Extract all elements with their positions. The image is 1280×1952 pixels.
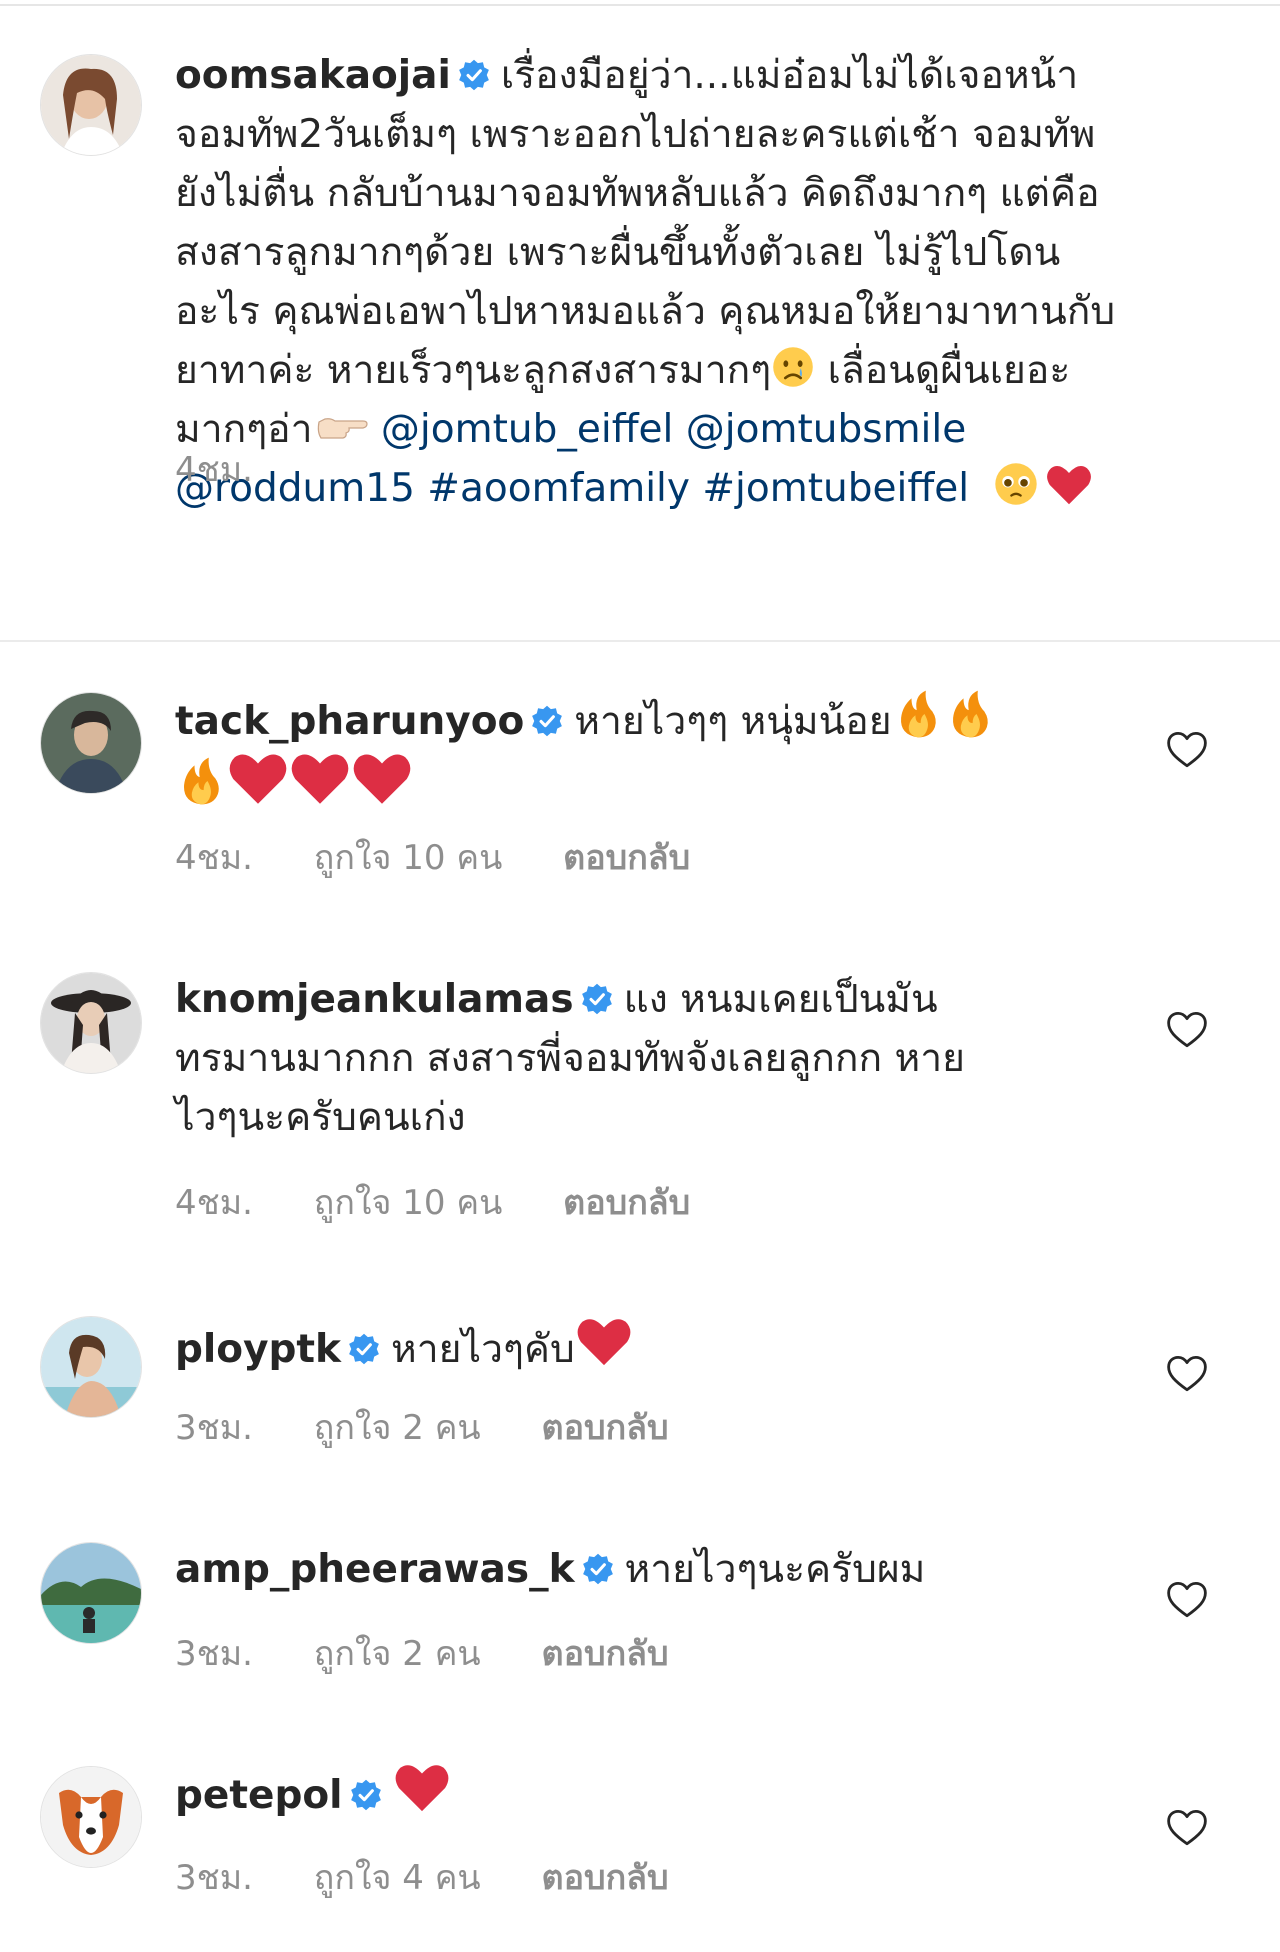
caption-line-3: ยังไม่ตื่น กลับบ้านมาจอมทัพหลับแล้ว คิดถ… [175, 171, 1100, 216]
comment-meta: 3ชม. ถูกใจ 2 คน ตอบกลับ [175, 1400, 669, 1454]
comment-text: tack_pharunyoo หายไวๆๆ หนุ่มน้อย [175, 688, 1115, 818]
comment-text: amp_pheerawas_k หายไวๆนะครับผม [175, 1540, 1115, 1599]
comment-text: petepol [175, 1762, 1115, 1825]
comment-timestamp: 4ชม. [175, 838, 253, 878]
comment-message-line-2: ทรมานมากกก สงสารพี่จอมทัพจังเลยลูกกก หาย [175, 1036, 965, 1081]
heart-outline-icon[interactable] [1166, 1354, 1208, 1394]
post-author-avatar[interactable] [40, 54, 142, 156]
comment-message-line-1: แง หนมเคยเป็นมัน [623, 977, 938, 1022]
caption-line-4: สงสารลูกมากๆด้วย เพราะผื่นขึ้นทั้งตัวเลย… [175, 230, 1061, 275]
red-heart-emoji [227, 751, 289, 807]
comment-avatar[interactable] [40, 1316, 142, 1418]
comment-timestamp: 3ชม. [175, 1408, 253, 1448]
comment-text: knomjeankulamas แง หนมเคยเป็นมัน ทรมานมาก… [175, 970, 1115, 1147]
caption-divider [0, 640, 1280, 642]
comment-meta: 3ชม. ถูกใจ 4 คน ตอบกลับ [175, 1850, 669, 1904]
heart-outline-icon[interactable] [1166, 1808, 1208, 1848]
comment-message: หายไวๆคับ [391, 1327, 575, 1372]
comment-avatar[interactable] [40, 1766, 142, 1868]
comment-username[interactable]: tack_pharunyoo [175, 699, 524, 744]
mention-jomtubsmile[interactable]: @jomtubsmile [686, 407, 966, 452]
heart-outline-icon[interactable] [1166, 730, 1208, 770]
comment-meta: 4ชม. ถูกใจ 10 คน ตอบกลับ [175, 830, 690, 884]
comment-avatar[interactable] [40, 1542, 142, 1644]
verified-badge-icon [580, 982, 614, 1016]
comment-likes-link[interactable]: ถูกใจ 10 คน [314, 1175, 503, 1229]
caption-line-2: จอมทัพ2วันเต็มๆ เพราะออกไปถ่ายละครแต่เช้… [175, 112, 1096, 157]
red-heart-emoji [575, 1316, 633, 1368]
reply-button[interactable]: ตอบกลับ [542, 1626, 669, 1680]
comment-message: หายไวๆๆ หนุ่มน้อย [574, 699, 892, 744]
verified-badge-icon [349, 1778, 383, 1812]
fire-emoji [175, 755, 227, 807]
comment-avatar[interactable] [40, 972, 142, 1074]
pleading-face-emoji [993, 461, 1039, 507]
red-heart-emoji [1045, 463, 1093, 507]
red-heart-emoji [393, 1762, 451, 1814]
post-author-username[interactable]: oomsakaojai [175, 53, 451, 98]
comment-meta: 4ชม. ถูกใจ 10 คน ตอบกลับ [175, 1175, 690, 1229]
hashtag-aoomfamily[interactable]: #aoomfamily [427, 466, 690, 511]
reply-button[interactable]: ตอบกลับ [563, 1175, 690, 1229]
comment-username[interactable]: petepol [175, 1773, 343, 1818]
reply-button[interactable]: ตอบกลับ [542, 1850, 669, 1904]
pointing-right-emoji [313, 408, 369, 448]
comment-timestamp: 4ชม. [175, 1183, 253, 1223]
caption-line-1: เรื่องมือยู่ว่า...แม่อ๋อมไม่ได้เจอหน้า [500, 53, 1079, 98]
comment-username[interactable]: ployptk [175, 1327, 341, 1372]
red-heart-emoji [351, 751, 413, 807]
crying-face-emoji [771, 345, 815, 389]
post-meta: 4ชม. [175, 442, 253, 496]
post-caption: oomsakaojai เรื่องมือยู่ว่า...แม่อ๋อมไม่ไ… [175, 46, 1235, 518]
verified-badge-icon [581, 1552, 615, 1586]
reply-button[interactable]: ตอบกลับ [563, 830, 690, 884]
comment-timestamp: 3ชม. [175, 1858, 253, 1898]
post-timestamp: 4ชม. [175, 450, 253, 490]
hashtag-jomtubeiffel[interactable]: #jomtubeiffel [702, 466, 969, 511]
heart-outline-icon[interactable] [1166, 1010, 1208, 1050]
verified-badge-icon [457, 58, 491, 92]
fire-emoji [892, 688, 944, 740]
comment-timestamp: 3ชม. [175, 1634, 253, 1674]
mention-jomtub-eiffel[interactable]: @jomtub_eiffel [381, 407, 673, 452]
comment-username[interactable]: amp_pheerawas_k [175, 1547, 575, 1592]
verified-badge-icon [347, 1332, 381, 1366]
comment-likes-link[interactable]: ถูกใจ 2 คน [314, 1400, 481, 1454]
comment-likes-link[interactable]: ถูกใจ 4 คน [314, 1850, 481, 1904]
caption-line-6: ยาทาค่ะ หายเร็วๆนะลูกสงสารมากๆ [175, 348, 772, 393]
caption-line-7: เลื่อนดูผื่นเยอะ [815, 348, 1071, 393]
comment-text: ployptk หายไวๆคับ [175, 1316, 1115, 1379]
caption-line-5: อะไร คุณพ่อเอพาไปหาหมอแล้ว คุณหมอให้ยามา… [175, 289, 1116, 334]
comment-likes-link[interactable]: ถูกใจ 2 คน [314, 1626, 481, 1680]
reply-button[interactable]: ตอบกลับ [542, 1400, 669, 1454]
top-divider [0, 4, 1280, 6]
comment-avatar[interactable] [40, 692, 142, 794]
comment-likes-link[interactable]: ถูกใจ 10 คน [314, 830, 503, 884]
verified-badge-icon [530, 704, 564, 738]
red-heart-emoji [289, 751, 351, 807]
fire-emoji [944, 688, 996, 740]
comment-meta: 3ชม. ถูกใจ 2 คน ตอบกลับ [175, 1626, 669, 1680]
comment-message: หายไวๆนะครับผม [624, 1547, 926, 1592]
comment-username[interactable]: knomjeankulamas [175, 977, 574, 1022]
heart-outline-icon[interactable] [1166, 1580, 1208, 1620]
comment-message-line-3: ไวๆนะครับคนเก่ง [175, 1095, 466, 1140]
